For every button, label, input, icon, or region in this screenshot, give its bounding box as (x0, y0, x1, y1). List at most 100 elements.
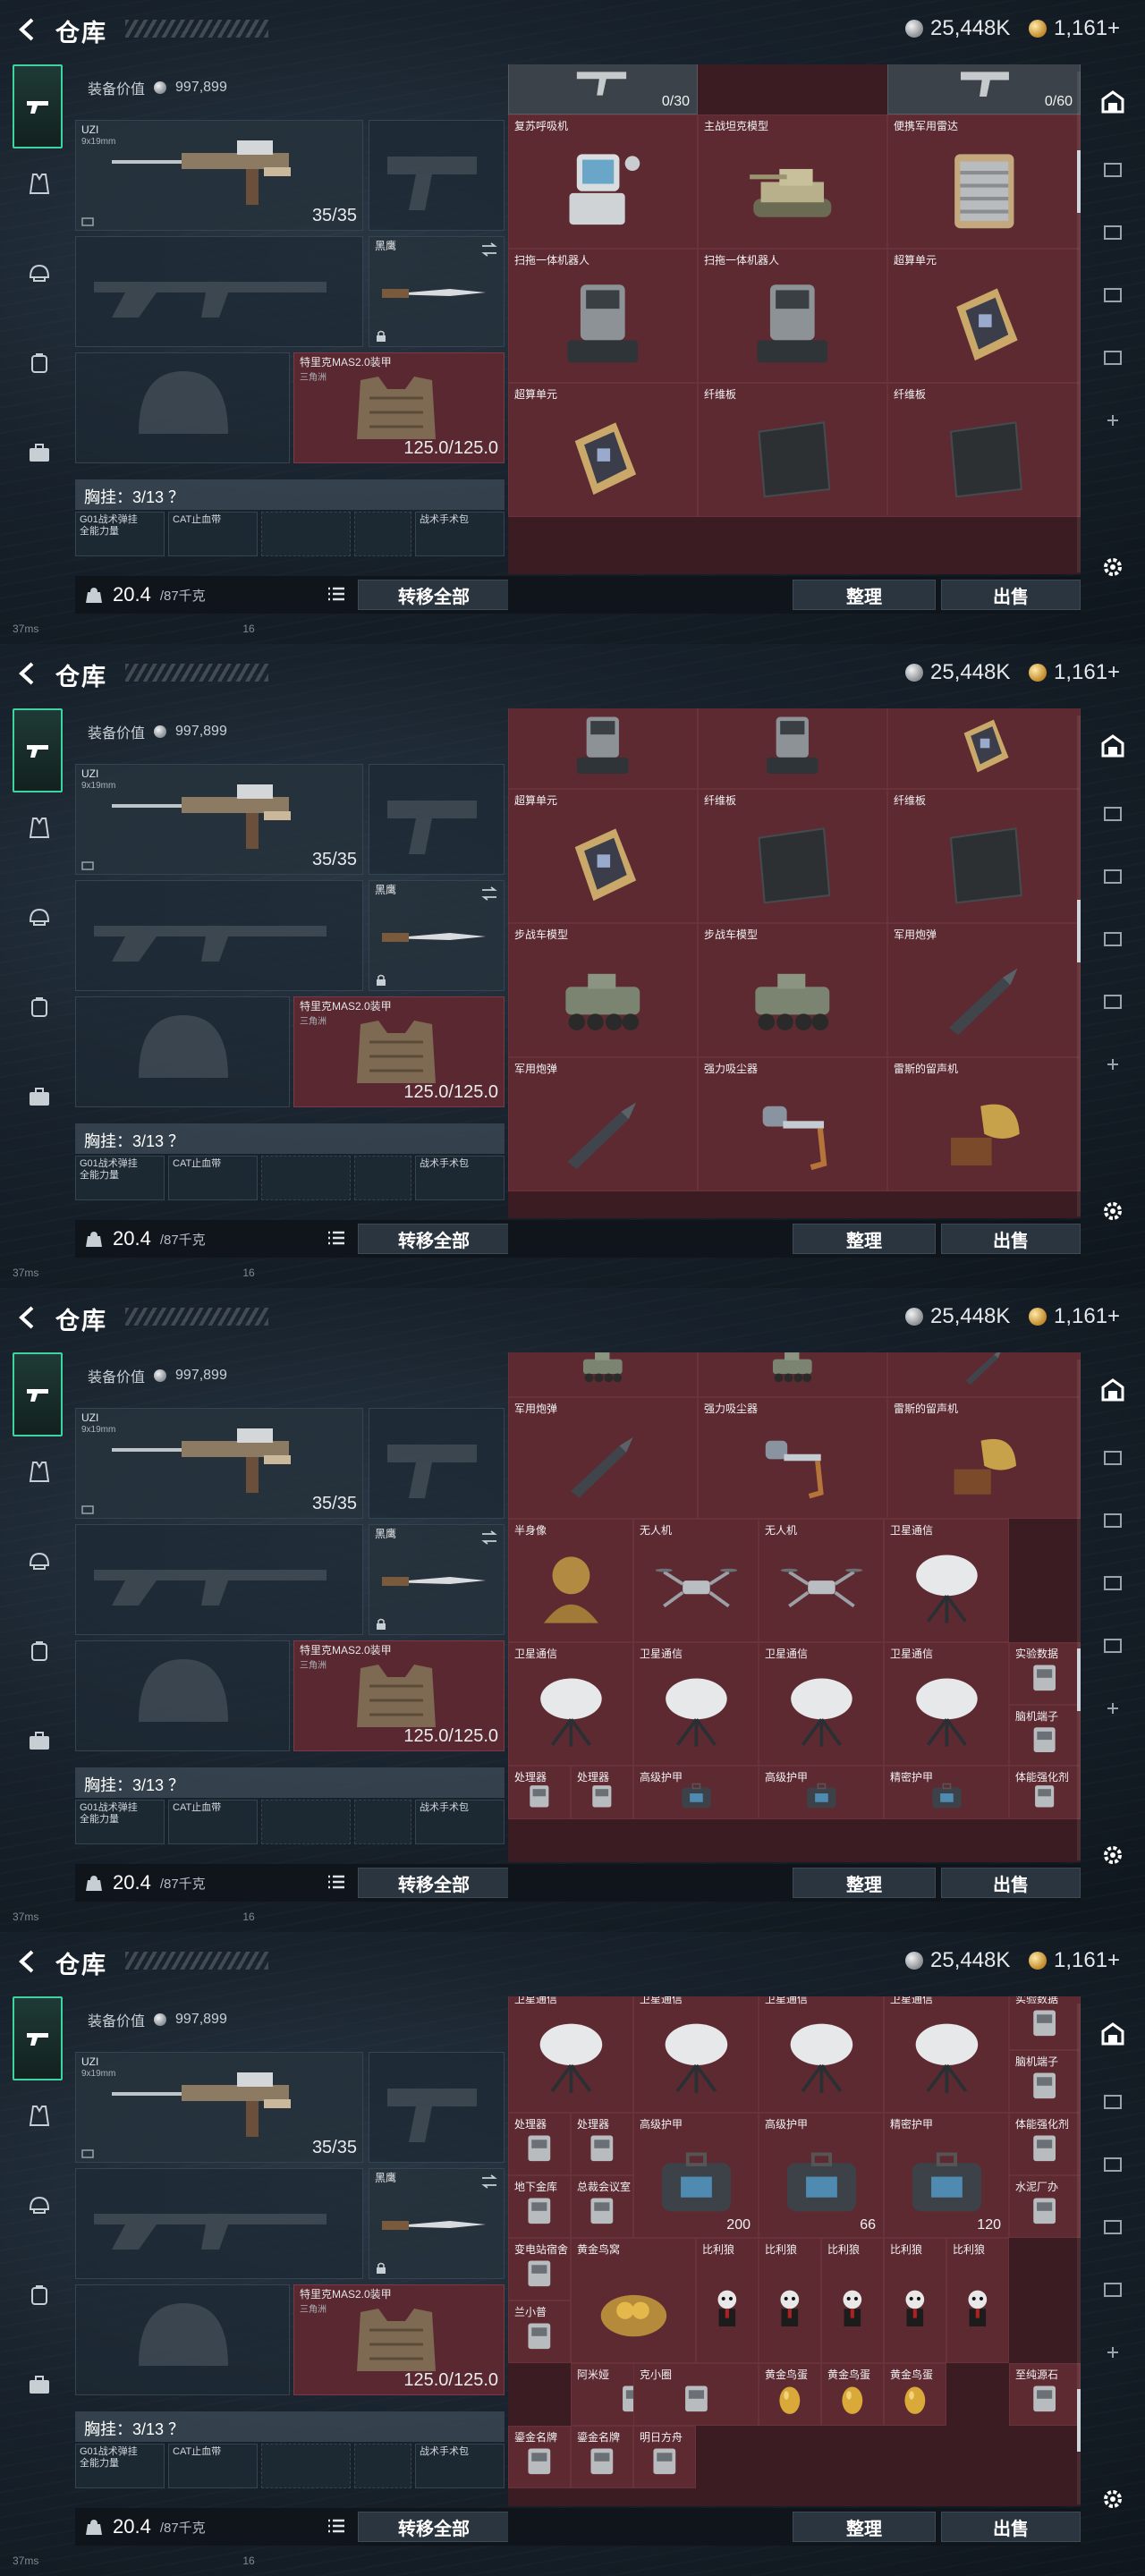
inventory-item[interactable]: 脑机端子 (1009, 2050, 1081, 2113)
inventory-item[interactable] (698, 708, 887, 789)
melee-slot[interactable]: 黑鹰 (369, 236, 505, 347)
melee-slot[interactable]: 黑鹰 (369, 2168, 505, 2279)
inventory-item[interactable]: 水泥厂办 (1009, 2175, 1081, 2238)
sort-button[interactable]: 整理 (793, 2512, 936, 2542)
chest-slot-1[interactable]: G01战术弹挂 全能力量 (75, 1800, 165, 1844)
chest-rig-header[interactable]: 胸挂：3/13 ？ (75, 1767, 505, 1798)
chest-slot-3[interactable] (261, 1800, 351, 1844)
inventory-item[interactable]: 处理器 (508, 1766, 571, 1819)
inventory-item[interactable]: 步战车模型 (698, 923, 887, 1057)
sell-button[interactable]: 出售 (941, 1868, 1081, 1898)
inventory-item[interactable]: 至纯源石 (1009, 2363, 1081, 2426)
scroll-thumb[interactable] (1077, 2389, 1081, 2452)
rail-tab-3[interactable] (1093, 919, 1132, 959)
back-button[interactable] (13, 14, 43, 45)
rail-tab-2[interactable] (1093, 2145, 1132, 2184)
inventory-item[interactable]: 强力吸尘器 (698, 1057, 887, 1191)
chest-slot-3[interactable] (261, 1156, 351, 1200)
inventory-item[interactable]: 实验数据 (1009, 1996, 1081, 2050)
rail-tab-1[interactable] (1093, 1438, 1132, 1478)
inventory-item[interactable]: 体能强化剂 (1009, 2113, 1081, 2175)
melee-slot[interactable]: 黑鹰 (369, 1524, 505, 1635)
list-icon[interactable] (326, 583, 347, 605)
scroll-thumb[interactable] (1077, 150, 1081, 213)
inventory-item[interactable]: 扫拖一体机器人 (698, 249, 887, 383)
inventory-item[interactable]: 明日方舟 (633, 2426, 696, 2488)
inventory-item[interactable]: 卫星通信 (759, 1996, 884, 2113)
inventory-item[interactable]: 处理器 (508, 2113, 571, 2175)
chest-slot-5[interactable]: 战术手术包 (415, 1156, 505, 1200)
inventory-item[interactable]: 雷斯的留声机 (887, 1397, 1081, 1519)
inventory-item[interactable]: 强力吸尘器 (698, 1397, 887, 1519)
inventory-item[interactable]: 脑机端子 (1009, 1705, 1081, 1766)
gold-currency[interactable]: 1,161+ (1029, 660, 1120, 685)
transfer-all-button[interactable]: 转移全部 (358, 1868, 510, 1898)
melee-slot[interactable]: 黑鹰 (369, 880, 505, 991)
inventory-grid[interactable]: 卫星通信 卫星通信 卫星通信 卫星通信 实验数据 脑机端子 处理器 处理器 高级护甲 200 高级护… (508, 1996, 1081, 2506)
inventory-item[interactable]: 卫星通信 (508, 1642, 633, 1766)
inventory-item[interactable]: 鎏金名牌 (508, 2426, 571, 2488)
nav-case[interactable] (18, 1719, 61, 1762)
inventory-grid[interactable]: 军用炮弹 强力吸尘器 雷斯的留声机 半身像 无人机 无人机 卫星通信 卫星通信 卫星通信 卫星通信… (508, 1352, 1081, 1862)
inventory-item[interactable]: 高级护甲 (759, 1766, 884, 1819)
gold-currency[interactable]: 1,161+ (1029, 16, 1120, 41)
primary-weapon-slot[interactable]: UZI 9x19mm 35/35 (75, 1408, 363, 1519)
secondary-weapon-slot[interactable] (369, 764, 505, 875)
chest-rig-header[interactable]: 胸挂：3/13 ？ (75, 479, 505, 510)
rail-settings[interactable] (1093, 547, 1132, 587)
inventory-scrollbar[interactable] (1077, 1360, 1081, 1860)
rail-tab-3[interactable] (1093, 275, 1132, 315)
rail-tab-4[interactable] (1093, 338, 1132, 377)
inventory-item[interactable]: 比利狼 (884, 2238, 946, 2363)
back-button[interactable] (13, 1302, 43, 1333)
chest-slot-2[interactable]: CAT止血带 (168, 1800, 258, 1844)
transfer-all-button[interactable]: 转移全部 (358, 2512, 510, 2542)
chest-slot-4[interactable] (354, 1156, 411, 1200)
inventory-item[interactable]: 精密护甲 120 (884, 2113, 1009, 2238)
inventory-grid[interactable]: 超算单元 纤维板 纤维板 步战车模型 步战车模型 军用炮弹 军用炮弹 强力吸尘器 雷斯的留声机 (508, 708, 1081, 1218)
armor-slot[interactable]: 特里克MAS2.0装甲 三角洲 125.0/125.0 (293, 2284, 505, 2395)
chest-slot-5[interactable]: 战术手术包 (415, 2444, 505, 2488)
inventory-item[interactable]: 卫星通信 (884, 1996, 1009, 2113)
scroll-thumb[interactable] (1077, 1648, 1081, 1711)
inventory-scrollbar[interactable] (1077, 716, 1081, 1216)
nav-vest[interactable] (18, 163, 61, 206)
inventory-item[interactable]: 实验数据 (1009, 1642, 1081, 1705)
silver-currency[interactable]: 25,448K (905, 660, 1010, 685)
chest-slot-2[interactable]: CAT止血带 (168, 2444, 258, 2488)
chest-slot-5[interactable]: 战术手术包 (415, 1800, 505, 1844)
chest-slot-4[interactable] (354, 1800, 411, 1844)
inventory-item[interactable]: 卫星通信 (508, 1996, 633, 2113)
rail-tab-2[interactable] (1093, 1501, 1132, 1540)
chest-rig-header[interactable]: 胸挂：3/13 ？ (75, 1123, 505, 1154)
rail-tab-1[interactable] (1093, 794, 1132, 834)
nav-backpack[interactable] (18, 342, 61, 385)
list-icon[interactable] (326, 2515, 347, 2537)
inventory-item[interactable]: 兰小普 (508, 2301, 571, 2363)
helmet-slot[interactable] (75, 1640, 290, 1751)
inventory-item[interactable]: 半身像 (508, 1519, 633, 1642)
gold-currency[interactable]: 1,161+ (1029, 1304, 1120, 1329)
rail-all[interactable] (1093, 726, 1132, 766)
rail-add[interactable] (1093, 1689, 1132, 1728)
inventory-item[interactable]: 高级护甲 (633, 1766, 759, 1819)
inventory-item[interactable]: 卫星通信 (633, 1996, 759, 2113)
inventory-item[interactable]: 雷斯的留声机 (887, 1057, 1081, 1191)
silver-currency[interactable]: 25,448K (905, 16, 1010, 41)
chest-slot-4[interactable] (354, 512, 411, 556)
chest-slot-1[interactable]: G01战术弹挂 全能力量 (75, 1156, 165, 1200)
rifle-slot[interactable] (75, 236, 363, 347)
nav-weapon[interactable] (13, 708, 63, 792)
silver-currency[interactable]: 25,448K (905, 1304, 1010, 1329)
nav-backpack[interactable] (18, 1630, 61, 1673)
list-icon[interactable] (326, 1871, 347, 1893)
inventory-item[interactable]: 高级护甲 200 (633, 2113, 759, 2238)
inventory-item[interactable]: 纤维板 (887, 383, 1081, 517)
nav-case[interactable] (18, 2363, 61, 2406)
chest-slot-5[interactable]: 战术手术包 (415, 512, 505, 556)
inventory-item[interactable]: 处理器 (571, 1766, 633, 1819)
nav-case[interactable] (18, 431, 61, 474)
primary-weapon-slot[interactable]: UZI 9x19mm 35/35 (75, 764, 363, 875)
inventory-item[interactable]: 无人机 (759, 1519, 884, 1642)
rail-settings[interactable] (1093, 1835, 1132, 1875)
